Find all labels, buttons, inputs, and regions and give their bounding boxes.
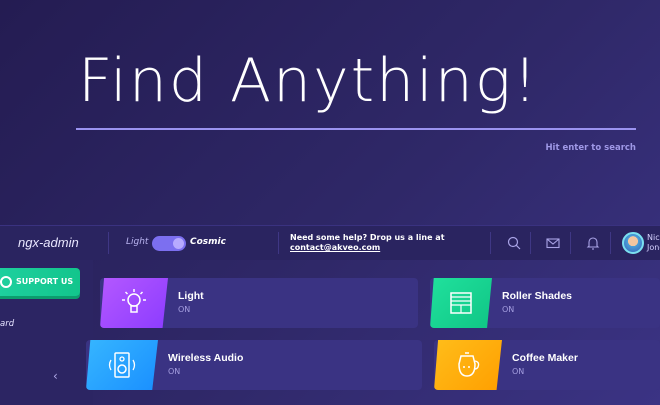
support-label: SUPPORT US [16,277,74,286]
search-title[interactable]: Find Anything! [78,46,539,116]
user-last-name: Jones [647,243,660,252]
divider [278,232,279,254]
user-avatar[interactable] [622,232,644,254]
search-hint: Hit enter to search [545,143,636,153]
help-line: Need some help? Drop us a line at [290,233,445,242]
card-title: Roller Shades [502,290,573,302]
card-state: ON [502,305,515,314]
theme-light-label: Light [126,237,149,247]
card-title: Light [178,290,204,302]
sidebar: SUPPORT US ard ‹ [0,260,93,405]
divider [530,232,531,254]
help-text: Need some help? Drop us a line at contac… [290,233,445,253]
theme-toggle[interactable] [152,236,186,251]
roller-shades-icon [450,292,472,314]
divider [490,232,491,254]
search-input-underline[interactable] [76,128,636,130]
card-icon-bg [100,278,168,328]
search-overlay: Find Anything! Hit enter to search [0,0,660,222]
coffee-maker-icon [458,352,480,377]
user-first-name: Nick [647,233,660,242]
card-icon-bg [430,278,492,328]
chevron-left-icon[interactable]: ‹ [53,369,58,383]
card-state: ON [168,367,181,376]
app-header: ngx-admin Light Cosmic Need some help? D… [0,225,660,260]
mail-icon[interactable] [545,235,561,251]
card-title: Coffee Maker [512,352,578,364]
brand-logo[interactable]: ngx-admin [18,235,79,250]
search-icon[interactable] [506,235,522,251]
lightbulb-icon [122,289,146,313]
device-card-coffee-maker[interactable]: Coffee Maker ON [434,340,660,390]
device-card-light[interactable]: Light ON [100,278,418,328]
help-email-link[interactable]: contact@akveo.com [290,243,445,253]
divider [570,232,571,254]
sidebar-item-dashboard[interactable]: ard [0,319,14,329]
card-title: Wireless Audio [168,352,244,364]
divider [108,232,109,254]
card-state: ON [512,367,525,376]
support-icon [0,276,12,288]
speaker-icon [108,352,136,378]
card-state: ON [178,305,191,314]
user-name[interactable]: Nick Jones [647,233,660,253]
card-icon-bg [86,340,158,390]
device-card-roller-shades[interactable]: Roller Shades ON [430,278,660,328]
support-us-button[interactable]: SUPPORT US [0,268,80,296]
theme-cosmic-label: Cosmic [190,237,226,247]
divider [610,232,611,254]
card-icon-bg [434,340,502,390]
device-card-wireless-audio[interactable]: Wireless Audio ON [86,340,422,390]
bell-icon[interactable] [585,235,601,251]
